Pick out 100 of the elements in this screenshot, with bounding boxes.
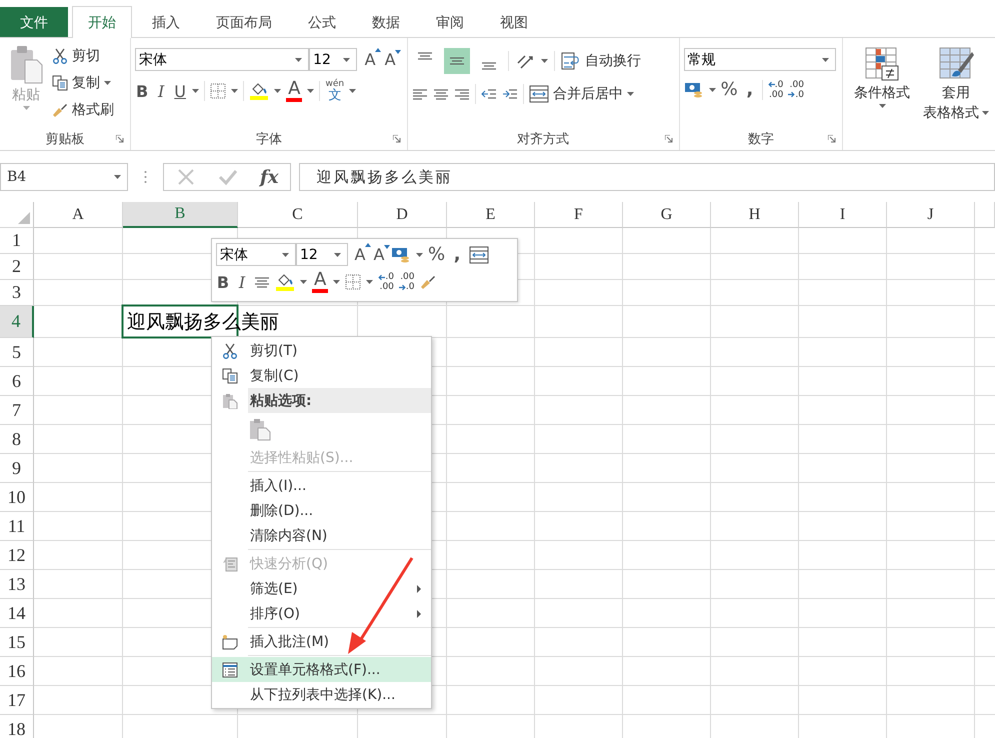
copy-icon	[52, 75, 68, 91]
grow-font-button[interactable]: A	[353, 245, 367, 264]
dialog-launcher-icon[interactable]	[392, 135, 401, 143]
italic-button[interactable]: I	[235, 272, 249, 292]
caret-icon	[274, 89, 282, 93]
bold-button[interactable]: B	[135, 82, 150, 100]
increase-decimal-button[interactable]: .0 .00	[768, 80, 784, 100]
shrink-font-button[interactable]: A	[383, 50, 398, 69]
column-header[interactable]: D	[358, 202, 447, 228]
ribbon-tab[interactable]: 审阅	[420, 7, 480, 38]
context-menu-item[interactable]: 排序(O)	[212, 601, 431, 626]
copy-button[interactable]: 复制	[52, 71, 114, 95]
row-header[interactable]: 8	[0, 425, 34, 454]
percent-button[interactable]: %	[720, 79, 738, 100]
name-box[interactable]: B4	[0, 163, 128, 191]
row-header[interactable]: 15	[0, 628, 34, 657]
brush-icon[interactable]	[420, 274, 436, 290]
increase-decimal-button[interactable]: .0 .00	[378, 272, 394, 292]
group-caption: 字体	[256, 131, 282, 148]
row-header[interactable]: 9	[0, 454, 34, 483]
decrease-decimal-button[interactable]: .00 .0	[788, 80, 804, 100]
italic-button[interactable]: I	[154, 82, 168, 100]
row-header[interactable]: 5	[0, 338, 34, 367]
font-name-dropdown[interactable]: 宋体	[135, 48, 310, 71]
row-header[interactable]: 1	[0, 228, 34, 254]
row-header[interactable]: 14	[0, 599, 34, 628]
ribbon-tab[interactable]: 视图	[484, 7, 544, 38]
format-painter-button[interactable]: 格式刷	[52, 98, 114, 122]
caret-icon	[295, 58, 302, 62]
row-header[interactable]: 13	[0, 570, 34, 599]
formula-input[interactable]: 迎风飘扬多么美丽	[299, 163, 995, 191]
borders-icon[interactable]	[210, 83, 226, 99]
drag-handle-icon[interactable]	[144, 170, 147, 184]
font-color-button[interactable]: A	[286, 80, 302, 102]
column-header[interactable]: E	[447, 202, 535, 228]
context-menu-item[interactable]: 设置单元格格式(F)...	[212, 657, 431, 682]
column-header[interactable]: F	[535, 202, 623, 228]
comma-button[interactable]: ,	[450, 244, 464, 265]
ribbon-tab[interactable]: 开始	[72, 6, 132, 38]
phonetic-button[interactable]: wén 文	[325, 79, 344, 103]
fill-color-icon[interactable]	[275, 272, 295, 292]
grow-font-button[interactable]: A	[363, 50, 378, 69]
format-as-table-button[interactable]: 套用 表格格式	[921, 42, 991, 150]
column-header[interactable]: I	[799, 202, 887, 228]
row-header[interactable]: 17	[0, 686, 34, 715]
column-header[interactable]: G	[623, 202, 711, 228]
group-caption: 剪贴板	[46, 131, 85, 148]
ribbon-tab[interactable]: 页面布局	[200, 7, 288, 38]
number-format-dropdown[interactable]: 常规	[684, 48, 836, 71]
font-name-dropdown[interactable]: 宋体	[216, 243, 296, 266]
context-menu-item[interactable]: 从下拉列表中选择(K)...	[212, 682, 431, 707]
column-header[interactable]: J	[887, 202, 975, 228]
bold-button[interactable]: B	[216, 272, 230, 292]
row-header[interactable]: 3	[0, 280, 34, 306]
column-header[interactable]: B	[123, 202, 238, 228]
context-menu-item[interactable]: 剪切(T)	[212, 338, 431, 363]
decrease-decimal-button[interactable]: .00 .0	[398, 272, 415, 292]
ribbon-tab[interactable]: 插入	[136, 7, 196, 38]
font-color-button[interactable]: A	[312, 271, 328, 293]
context-menu-item[interactable]: 删除(D)...	[212, 498, 431, 523]
borders-icon[interactable]	[345, 274, 362, 290]
dialog-launcher-icon[interactable]	[116, 135, 124, 143]
column-header[interactable]: H	[711, 202, 799, 228]
ribbon-tab[interactable]: 文件	[0, 7, 68, 37]
brush-icon	[52, 102, 68, 118]
fill-color-icon[interactable]	[249, 81, 270, 101]
row-header[interactable]: 6	[0, 367, 34, 396]
column-header[interactable]: C	[238, 202, 358, 228]
merge-cells-icon[interactable]	[469, 244, 490, 264]
caret-icon	[282, 252, 289, 256]
context-menu-item[interactable]: 筛选(E)	[212, 576, 431, 601]
arrow-icon	[768, 81, 775, 88]
context-menu-item[interactable]: 清除内容(N)	[212, 523, 431, 548]
row-header[interactable]: 2	[0, 254, 34, 280]
ribbon-tab[interactable]: 数据	[356, 7, 416, 38]
check-icon[interactable]	[218, 167, 238, 187]
dialog-launcher-icon[interactable]	[828, 135, 836, 143]
row-header[interactable]: 7	[0, 396, 34, 425]
dialog-launcher-icon[interactable]	[664, 135, 673, 143]
font-size-dropdown[interactable]: 12	[296, 243, 348, 266]
comma-button[interactable]: ,	[742, 79, 757, 100]
context-menu-item[interactable]: 插入(I)...	[212, 473, 431, 498]
merge-center-button[interactable]: 合并后居中	[528, 82, 634, 106]
row-header[interactable]: 10	[0, 483, 34, 512]
vertical-align-button[interactable]	[444, 48, 470, 74]
row-header[interactable]: 16	[0, 657, 34, 686]
percent-button[interactable]: %	[428, 244, 446, 265]
context-menu-item[interactable]: 复制(C)	[212, 363, 431, 388]
font-size-dropdown[interactable]: 12	[309, 48, 358, 71]
conditional-formatting-button[interactable]: 条件格式	[847, 42, 917, 150]
context-menu-item[interactable]: 插入批注(M)	[212, 629, 431, 654]
ribbon-tab[interactable]: 公式	[292, 7, 352, 38]
wrap-text-button[interactable]: 自动换行	[560, 49, 641, 73]
cut-button[interactable]: 剪切	[52, 44, 114, 68]
insert-function-button[interactable]: fx	[260, 166, 278, 188]
row-header[interactable]: 4	[0, 306, 34, 338]
row-header[interactable]: 12	[0, 541, 34, 570]
underline-button[interactable]: U	[173, 82, 188, 100]
caret-icon	[366, 280, 374, 284]
row-header[interactable]: 11	[0, 512, 34, 541]
